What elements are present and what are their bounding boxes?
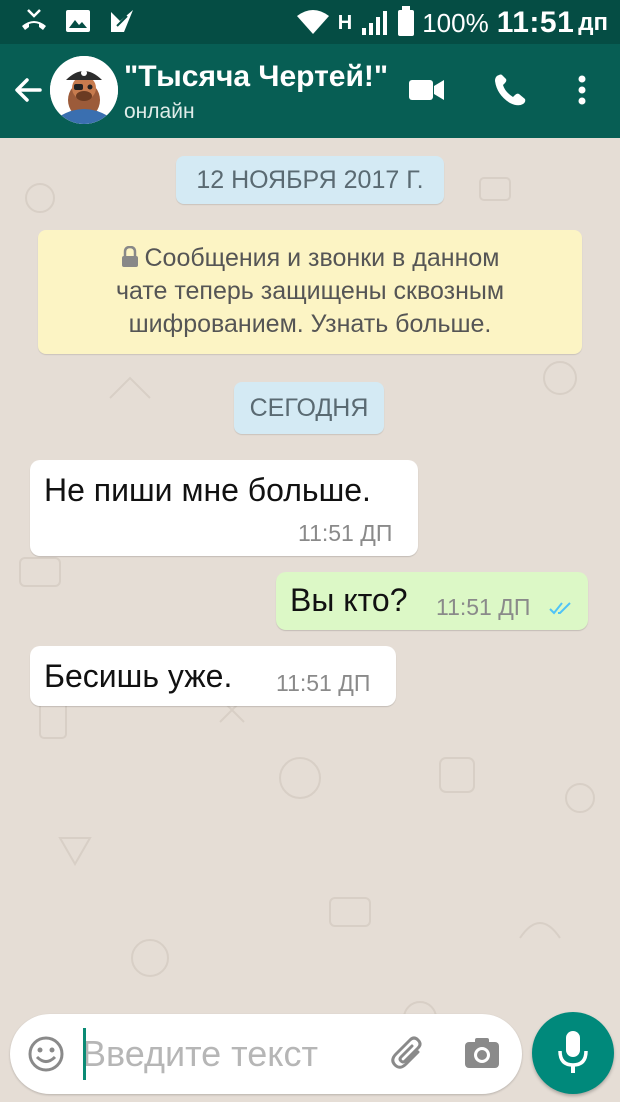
status-bar: H 100% 11:51 дп (0, 0, 620, 44)
encryption-line-3: шифрованием. Узнать больше. (128, 310, 492, 338)
encryption-notice[interactable]: Сообщения и звонки в данном чате теперь … (38, 230, 582, 354)
more-vert-icon[interactable] (562, 70, 602, 110)
message-text: Не пиши мне больше. (44, 472, 371, 508)
wifi-icon (296, 10, 329, 34)
battery-icon (398, 6, 415, 36)
attach-icon[interactable] (388, 1034, 430, 1076)
status-bar-notifications (20, 8, 136, 34)
chat-area[interactable]: 12 НОЯБРЯ 2017 Г. Сообщения и звонки в д… (0, 138, 620, 1102)
read-ticks-icon (549, 602, 571, 615)
network-type-label: H (337, 11, 353, 34)
message-text: Вы кто? (290, 582, 408, 618)
microphone-icon (558, 1031, 588, 1073)
contact-status: онлайн (124, 100, 195, 123)
message-incoming[interactable]: Бесишь уже. 11:51 ДП (30, 646, 396, 706)
lock-icon (121, 245, 138, 267)
today-chip: СЕГОДНЯ (234, 382, 384, 434)
clock-ampm: дп (578, 9, 608, 36)
encryption-line-2: чате теперь защищены сквозным (115, 277, 505, 305)
pirate-avatar-icon (50, 56, 118, 124)
clock: 11:51 (496, 6, 575, 39)
message-text: Бесишь уже. (44, 658, 233, 694)
video-call-icon[interactable] (406, 70, 446, 110)
battery-percent: 100% (422, 7, 489, 38)
encryption-line-1: Сообщения и звонки в данном (38, 242, 582, 275)
message-time: 11:51 ДП (436, 594, 531, 620)
phone-icon[interactable] (490, 70, 530, 110)
chat-header: "Тысяча Чертей!" онлайн (0, 44, 620, 138)
message-outgoing[interactable]: Вы кто? 11:51 ДП (276, 572, 588, 630)
image-icon (66, 10, 90, 32)
message-incoming[interactable]: Не пиши мне больше. 11:51 ДП (30, 460, 418, 556)
text-cursor (83, 1028, 86, 1080)
emoji-icon[interactable] (26, 1034, 66, 1074)
signal-icon (362, 11, 388, 35)
message-input[interactable] (82, 1024, 382, 1084)
app-notification-icon (111, 10, 133, 32)
avatar[interactable] (50, 56, 118, 124)
camera-icon[interactable] (462, 1034, 502, 1074)
contact-name[interactable]: "Тысяча Чертей!" (124, 60, 388, 94)
status-bar-system: H 100% 11:51 дп (296, 6, 608, 40)
missed-call-icon (22, 9, 46, 30)
back-arrow-icon[interactable] (10, 72, 46, 108)
voice-message-button[interactable] (532, 1012, 614, 1094)
date-chip: 12 НОЯБРЯ 2017 Г. (176, 156, 444, 204)
message-time: 11:51 ДП (298, 520, 393, 546)
message-time: 11:51 ДП (276, 670, 371, 696)
message-composer (10, 1014, 522, 1094)
